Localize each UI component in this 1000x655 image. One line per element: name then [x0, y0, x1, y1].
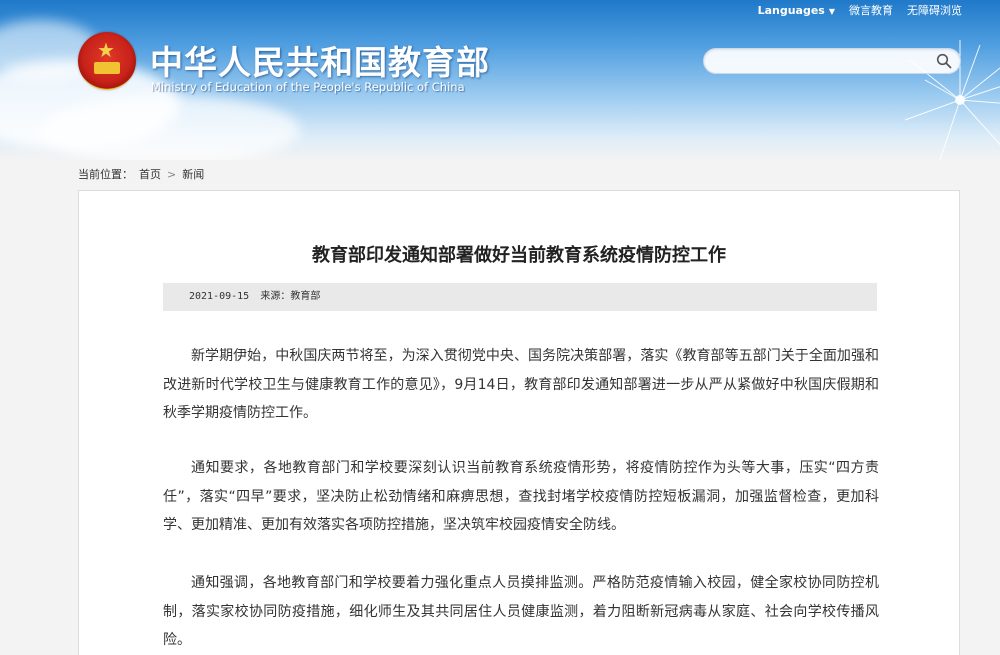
article-paragraph: 通知强调，各地教育部门和学校要着力强化重点人员摸排监测。严格防范疫情输入校园，健…: [163, 575, 879, 648]
weiyan-link[interactable]: 微言教育: [849, 2, 893, 18]
site-title[interactable]: 中华人民共和国教育部: [150, 36, 490, 84]
caret-down-icon: ▼: [828, 6, 835, 16]
breadcrumb-current[interactable]: 新闻: [182, 166, 204, 182]
breadcrumb: 当前位置： 首页 > 新闻: [78, 166, 204, 182]
site-header: Languages ▼ 微言教育 无障碍浏览 ★ 中华人民共和国教育部 Minis…: [0, 0, 1000, 160]
breadcrumb-prefix: 当前位置：: [78, 168, 133, 181]
cloud-decoration: [40, 95, 300, 160]
article-paragraph: 通知要求，各地教育部门和学校要深刻认识当前教育系统疫情形势，将疫情防控作为头等大…: [163, 460, 879, 533]
article-paragraph: 新学期伊始，中秋国庆两节将至，为深入贯彻党中央、国务院决策部署，落实《教育部等五…: [163, 348, 879, 421]
site-subtitle: Ministry of Education of the People's Re…: [151, 80, 465, 94]
search-icon[interactable]: [936, 53, 952, 69]
search-input[interactable]: [716, 52, 930, 72]
article-date: 2021-09-15: [189, 291, 250, 302]
article-title: 教育部印发通知部署做好当前教育系统疫情防控工作: [312, 245, 726, 266]
article-source: 来源：教育部: [260, 291, 321, 302]
breadcrumb-separator: >: [167, 167, 177, 181]
article-panel: 教育部印发通知部署做好当前教育系统疫情防控工作 2021-09-15 来源：教育…: [78, 190, 960, 655]
article-meta: 2021-09-15 来源：教育部: [163, 283, 877, 311]
accessibility-link[interactable]: 无障碍浏览: [907, 2, 962, 18]
languages-menu[interactable]: Languages ▼: [758, 4, 835, 17]
top-links: Languages ▼ 微言教育 无障碍浏览: [758, 2, 962, 18]
dandelion-decoration: [904, 40, 1000, 160]
languages-label: Languages: [757, 3, 825, 17]
search-box: [703, 48, 961, 74]
breadcrumb-home-link[interactable]: 首页: [139, 166, 161, 182]
national-emblem-icon[interactable]: ★: [78, 32, 136, 90]
